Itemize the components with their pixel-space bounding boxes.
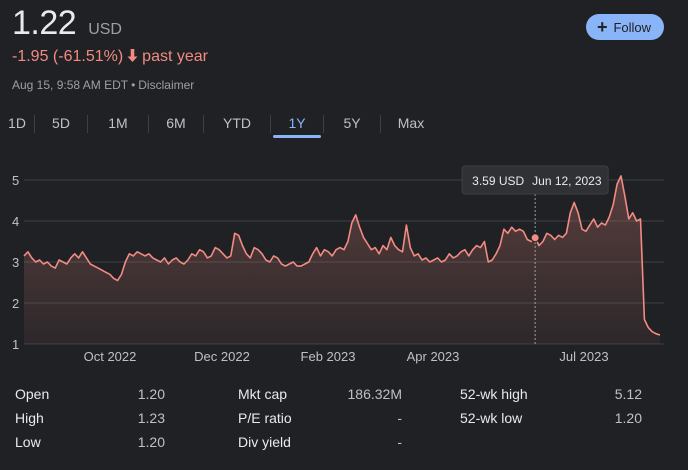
price-chart[interactable]: 5 4 3 2 1 Oct 2022 Dec 2022 Feb 2023 Apr 2023 Jul…: [0, 160, 688, 380]
follow-button[interactable]: + Follow: [586, 14, 664, 40]
x-tick-label: Apr 2023: [407, 349, 460, 364]
x-tick-label: Jul 2023: [559, 349, 608, 364]
stat-label: Open: [15, 386, 50, 402]
stat-value: 1.20: [137, 434, 165, 450]
y-tick-label: 3: [12, 255, 19, 270]
price-change: -1.95 (-61.51%) past year: [12, 48, 208, 66]
stat-value: 1.20: [614, 410, 642, 426]
tab-range-5d[interactable]: 5D: [35, 110, 87, 138]
plus-icon: +: [596, 17, 608, 37]
meta-separator: •: [131, 78, 136, 92]
y-tick-label: 1: [12, 337, 19, 352]
stat-52-wk-low: 52-wk low 1.20: [460, 410, 642, 430]
arrow-down-icon: [127, 48, 138, 66]
stat-label: Low: [15, 434, 41, 450]
current-price: 1.22: [12, 4, 77, 42]
tab-range-6m[interactable]: 6M: [149, 110, 203, 138]
stat-p-e-ratio: P/E ratio -: [238, 410, 402, 430]
quote-meta: Aug 15, 9:58 AM EDT • Disclaimer: [12, 78, 194, 92]
stat-value: 1.20: [137, 386, 165, 402]
stat-div-yield: Div yield -: [238, 434, 402, 454]
tab-range-1y[interactable]: 1Y: [271, 110, 323, 138]
y-tick-label: 5: [12, 173, 19, 188]
price-tooltip: 3.59 USD Jun 12, 2023: [461, 165, 609, 195]
stat-high: High 1.23: [15, 410, 165, 430]
tab-range-ytd[interactable]: YTD: [204, 110, 270, 138]
timestamp: Aug 15, 9:58 AM EDT: [12, 78, 129, 92]
x-tick-label: Oct 2022: [84, 349, 137, 364]
stat-label: 52-wk low: [460, 410, 523, 426]
stat-value: 1.23: [137, 410, 165, 426]
stat-label: 52-wk high: [460, 386, 528, 402]
quote-header: 1.22 USD: [12, 4, 122, 43]
y-tick-label: 4: [12, 214, 19, 229]
highlight-point[interactable]: [530, 233, 540, 243]
stat-label: Div yield: [238, 434, 291, 450]
price-area-fill: [24, 175, 660, 344]
x-tick-label: Dec 2022: [194, 349, 250, 364]
tooltip-price: 3.59 USD: [472, 174, 524, 188]
follow-label: Follow: [613, 19, 652, 35]
tab-range-1d[interactable]: 1D: [0, 110, 34, 138]
stat-value: 5.12: [614, 386, 642, 402]
stat-label: High: [15, 410, 44, 426]
tab-range-1m[interactable]: 1M: [88, 110, 148, 138]
change-value: -1.95 (-61.51%): [12, 48, 124, 65]
disclaimer-link[interactable]: Disclaimer: [138, 78, 194, 92]
stat-low: Low 1.20: [15, 434, 165, 454]
x-tick-label: Feb 2023: [301, 349, 356, 364]
stat-value: -: [397, 434, 402, 450]
stat-label: Mkt cap: [238, 386, 288, 402]
stat-52-wk-high: 52-wk high 5.12: [460, 386, 642, 406]
stat-open: Open 1.20: [15, 386, 165, 406]
stat-mkt-cap: Mkt cap 186.32M: [238, 386, 402, 406]
stat-value: 186.32M: [347, 386, 402, 402]
currency-label: USD: [88, 21, 122, 38]
time-range-tabs: 1D 5D 1M 6M YTD 1Y 5Y Max: [0, 110, 441, 138]
tab-range-max[interactable]: Max: [381, 110, 441, 138]
y-tick-label: 2: [12, 296, 19, 311]
tooltip-date: Jun 12, 2023: [532, 174, 602, 188]
stat-label: P/E ratio: [238, 410, 292, 426]
stat-value: -: [397, 410, 402, 426]
tab-range-5y[interactable]: 5Y: [324, 110, 380, 138]
change-period: past year: [142, 48, 208, 65]
